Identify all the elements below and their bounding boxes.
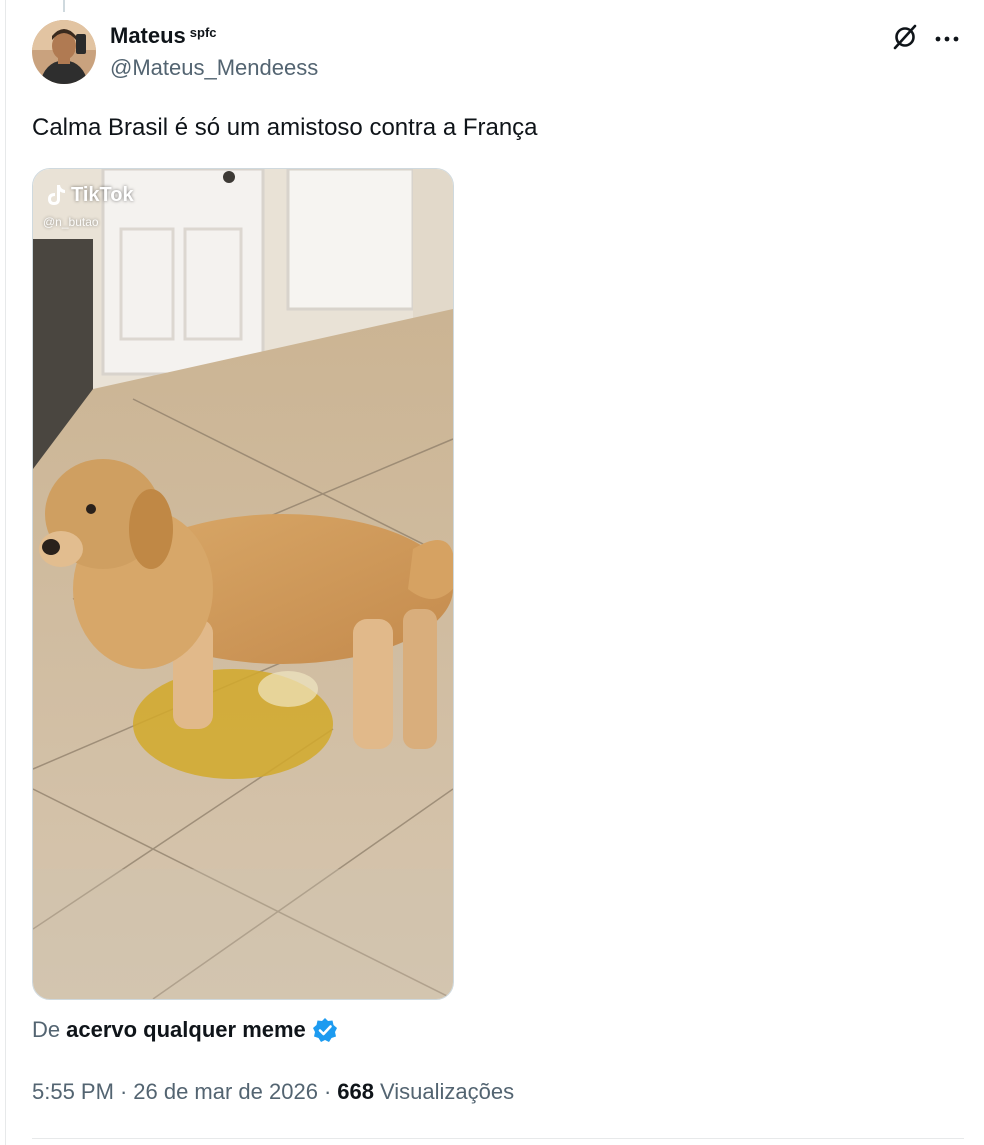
tiktok-brand-text: TikTok [71,183,134,206]
tiktok-logo-icon [45,183,67,207]
thread-border [5,0,6,1145]
author-name-suffix: spfc [189,24,217,40]
avatar[interactable] [32,20,96,84]
grok-slash-icon [891,23,919,56]
divider [32,1138,964,1139]
verified-badge-icon [312,1017,338,1043]
author-handle[interactable]: @Mateus_Mendeess [110,52,318,84]
author-names: Mateus spfc @Mateus_Mendeess [110,20,318,84]
tiktok-username: @n_butao [43,215,99,229]
thread-connector [63,0,65,12]
tweet-video[interactable]: TikTok @n_butao [32,168,454,1000]
tweet-text: Calma Brasil é só um amistoso contra a F… [32,114,538,141]
tweet-header: Mateus spfc @Mateus_Mendeess [32,18,964,88]
tweet-date[interactable]: 26 de mar de 2026 [133,1076,318,1108]
author-display-name[interactable]: Mateus [110,23,186,48]
tweet-page: Mateus spfc @Mateus_Mendeess Calma Brasi… [0,0,984,1145]
tweet-time[interactable]: 5:55 PM [32,1076,114,1108]
views-count: 668 [337,1079,375,1104]
tiktok-watermark: TikTok [45,183,134,207]
meta-separator: · [119,1079,128,1104]
source-prefix: De [32,1017,61,1042]
video-frame [33,169,453,999]
video-source: De acervo qualquer meme [32,1014,338,1046]
grok-button[interactable] [888,22,922,56]
tweet-meta: 5:55 PM · 26 de mar de 2026 · 668 Visual… [32,1076,514,1108]
meta-separator: · [323,1079,332,1104]
source-account-link[interactable]: acervo qualquer meme [66,1014,306,1046]
views-label: Visualizações [380,1079,515,1104]
author-display-name-row[interactable]: Mateus spfc [110,20,318,52]
more-button[interactable] [930,22,964,56]
more-dots-icon [934,30,960,48]
